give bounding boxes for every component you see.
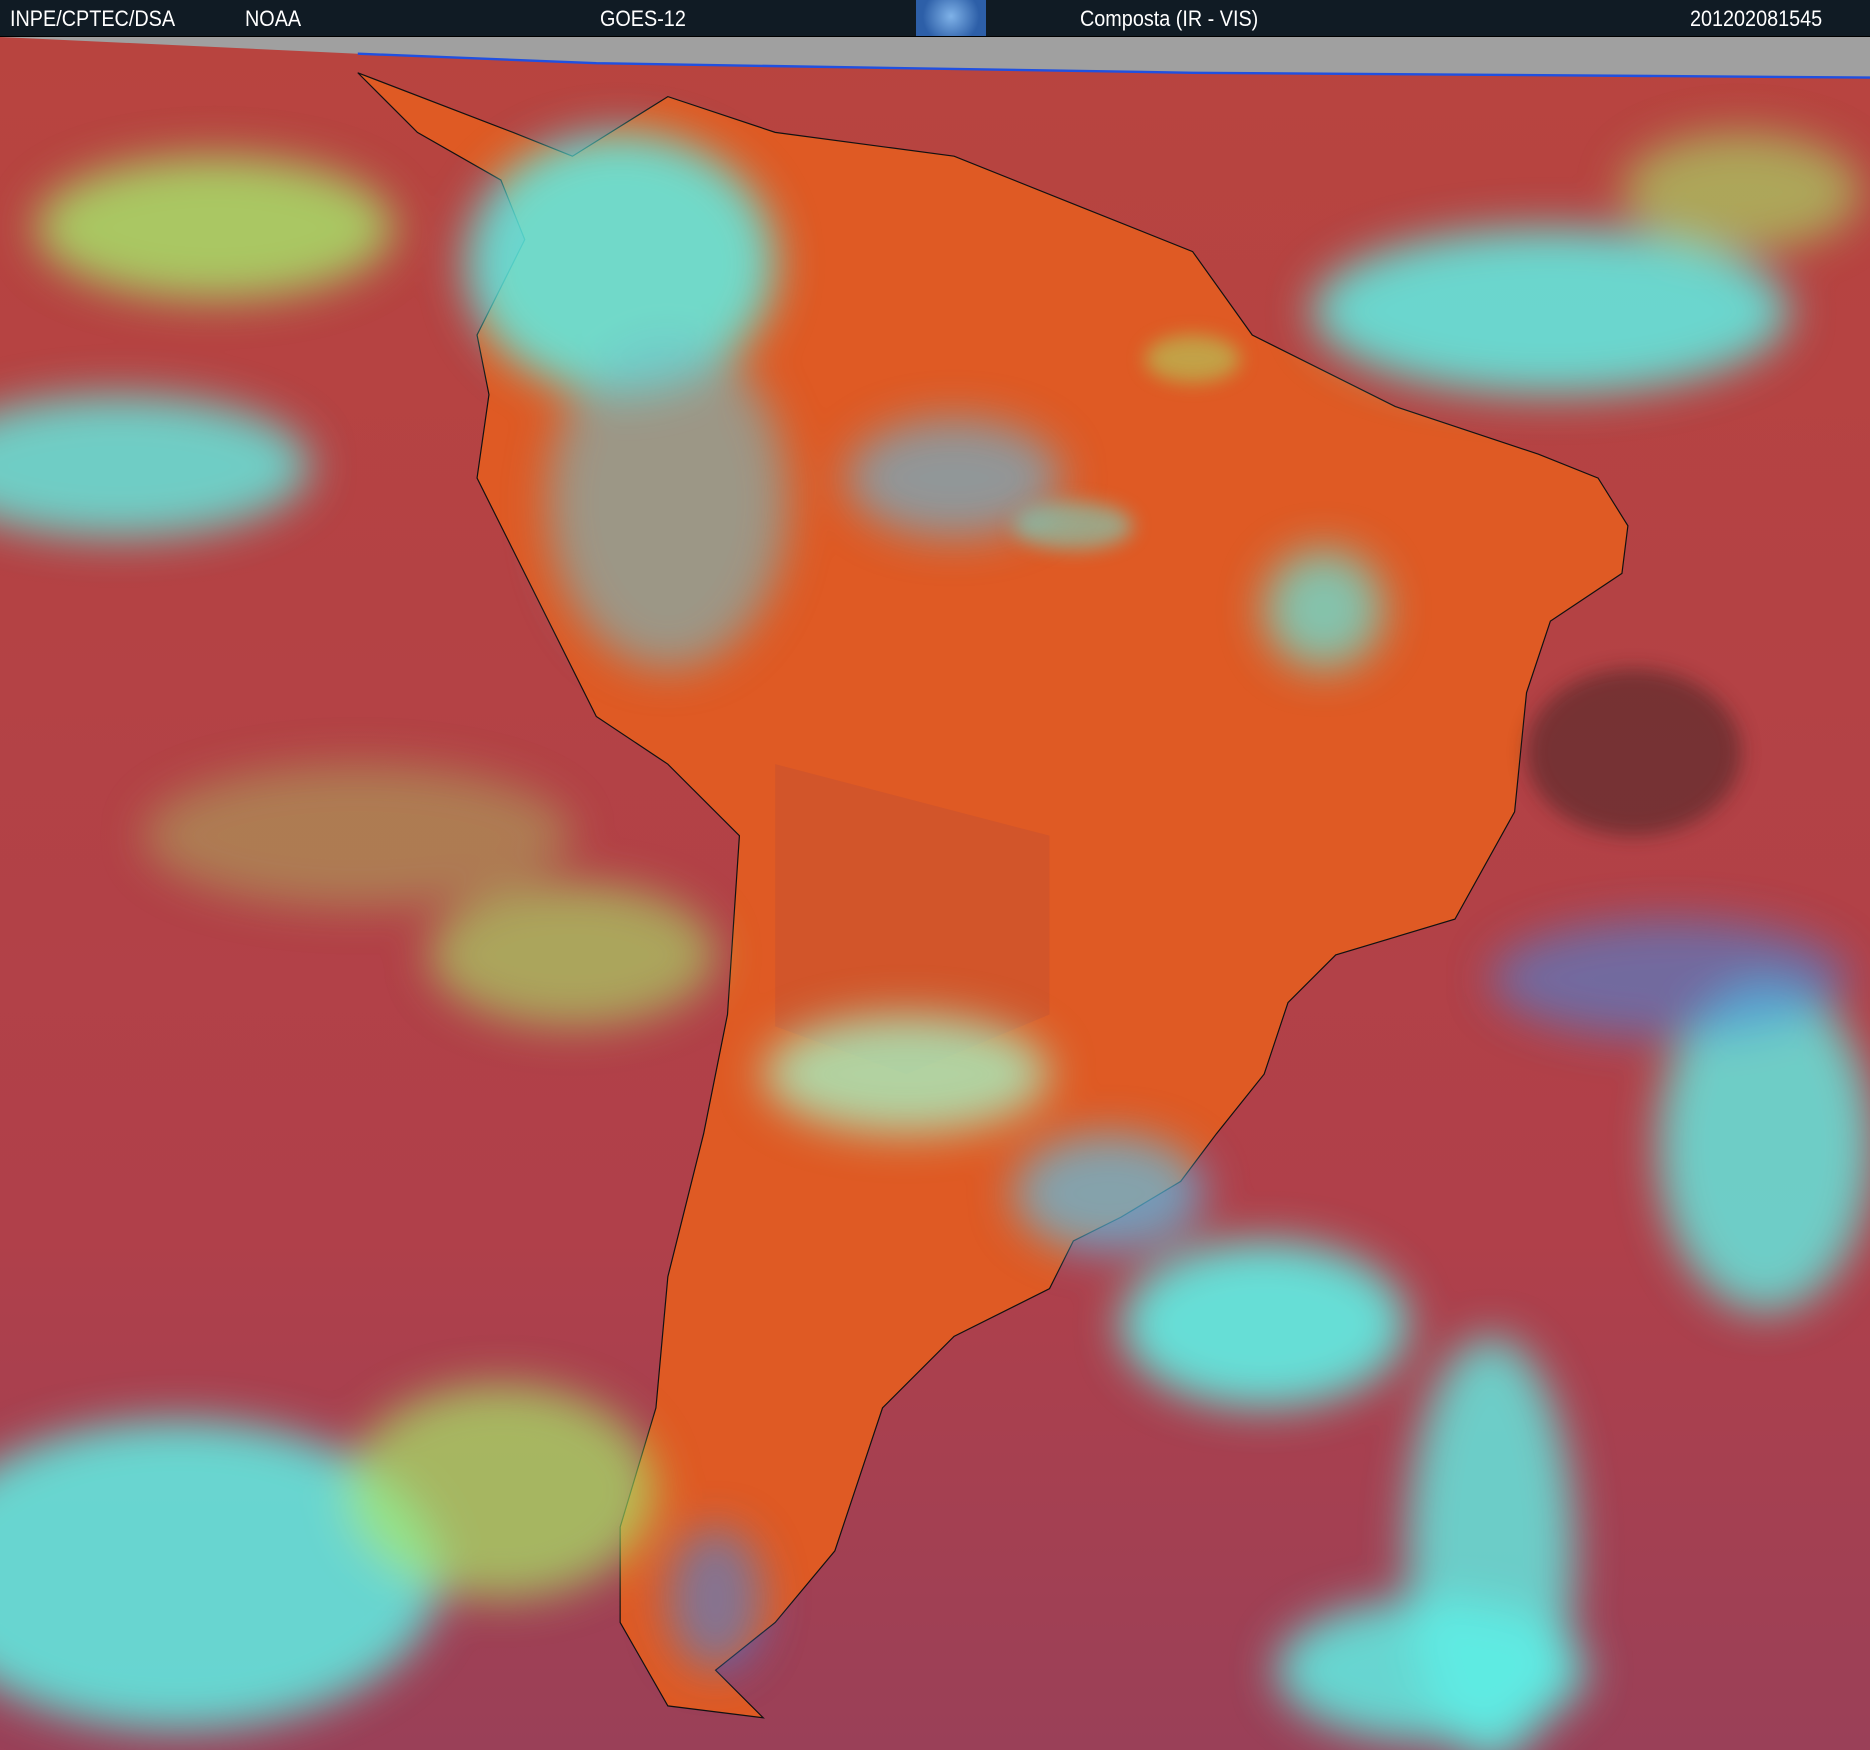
timestamp-label: 201202081545 <box>1690 6 1823 31</box>
header-bar: INPE/CPTEC/DSA NOAA GOES-12 Composta (IR… <box>0 0 1870 37</box>
satellite-image <box>0 37 1870 1750</box>
cptec-logo <box>916 0 986 36</box>
partner-label: NOAA <box>245 6 302 31</box>
agency-label: INPE/CPTEC/DSA <box>10 6 176 31</box>
product-label: Composta (IR - VIS) <box>1080 6 1259 31</box>
satellite-label: GOES-12 <box>600 6 686 31</box>
